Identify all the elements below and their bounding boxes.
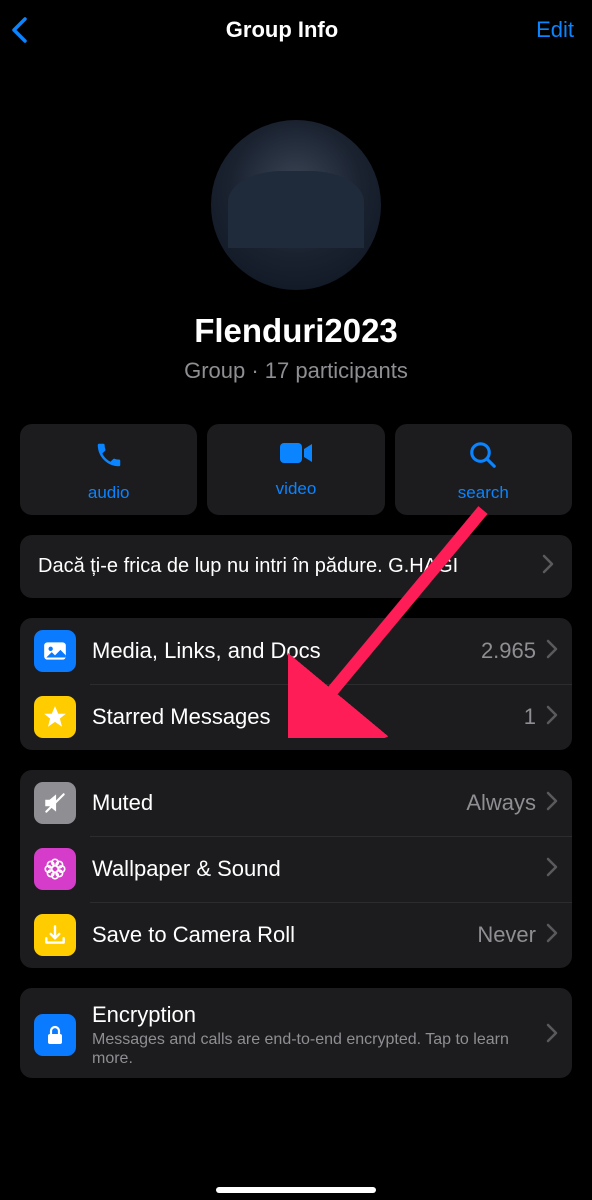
muted-icon xyxy=(34,782,76,824)
page-title: Group Info xyxy=(50,17,514,43)
status-card: Dacă ți-e frica de lup nu intri în pădur… xyxy=(20,535,572,598)
profile-section: Flenduri2023 Group · 17 participants xyxy=(0,60,592,408)
audio-label: audio xyxy=(88,483,130,503)
video-icon xyxy=(279,440,313,471)
media-card: Media, Links, and Docs 2.965 Starred Mes… xyxy=(20,618,572,750)
wallpaper-icon xyxy=(34,848,76,890)
group-status-row[interactable]: Dacă ți-e frica de lup nu intri în pădur… xyxy=(20,535,572,598)
media-links-docs-row[interactable]: Media, Links, and Docs 2.965 xyxy=(20,618,572,684)
home-indicator xyxy=(216,1187,376,1193)
wallpaper-label: Wallpaper & Sound xyxy=(92,856,546,882)
chevron-right-icon xyxy=(546,1023,558,1048)
action-buttons: audio video search xyxy=(0,408,592,535)
starred-messages-row[interactable]: Starred Messages 1 xyxy=(20,684,572,750)
encryption-subtitle: Messages and calls are end-to-end encryp… xyxy=(92,1030,546,1068)
encryption-row[interactable]: Encryption Messages and calls are end-to… xyxy=(20,988,572,1078)
search-button[interactable]: search xyxy=(395,424,572,515)
chevron-left-icon xyxy=(10,16,28,44)
media-label: Media, Links, and Docs xyxy=(92,638,481,664)
group-name: Flenduri2023 xyxy=(194,312,398,350)
status-text: Dacă ți-e frica de lup nu intri în pădur… xyxy=(38,553,542,580)
phone-icon xyxy=(94,440,124,475)
header: Group Info Edit xyxy=(0,0,592,60)
chevron-right-icon xyxy=(546,857,558,882)
media-icon xyxy=(34,630,76,672)
star-icon xyxy=(34,696,76,738)
chevron-right-icon xyxy=(546,791,558,816)
save-camera-roll-row[interactable]: Save to Camera Roll Never xyxy=(20,902,572,968)
video-label: video xyxy=(276,479,317,499)
encryption-text: Encryption Messages and calls are end-to… xyxy=(92,1002,546,1068)
search-icon xyxy=(468,440,498,475)
chevron-right-icon xyxy=(542,554,554,579)
edit-button[interactable]: Edit xyxy=(514,17,574,43)
muted-label: Muted xyxy=(92,790,466,816)
chevron-right-icon xyxy=(546,639,558,664)
encryption-title: Encryption xyxy=(92,1002,546,1028)
chevron-right-icon xyxy=(546,705,558,730)
download-icon xyxy=(34,914,76,956)
save-label: Save to Camera Roll xyxy=(92,922,477,948)
settings-card: Muted Always Wallpaper & Sound Save to C… xyxy=(20,770,572,968)
starred-label: Starred Messages xyxy=(92,704,524,730)
muted-row[interactable]: Muted Always xyxy=(20,770,572,836)
audio-call-button[interactable]: audio xyxy=(20,424,197,515)
lock-icon xyxy=(34,1014,76,1056)
group-meta: Group · 17 participants xyxy=(184,358,408,384)
chevron-right-icon xyxy=(546,923,558,948)
search-label: search xyxy=(458,483,509,503)
starred-count: 1 xyxy=(524,704,536,730)
back-button[interactable] xyxy=(10,16,50,44)
group-avatar[interactable] xyxy=(211,120,381,290)
media-count: 2.965 xyxy=(481,638,536,664)
save-value: Never xyxy=(477,922,536,948)
encryption-card: Encryption Messages and calls are end-to… xyxy=(20,988,572,1078)
muted-value: Always xyxy=(466,790,536,816)
wallpaper-sound-row[interactable]: Wallpaper & Sound xyxy=(20,836,572,902)
video-call-button[interactable]: video xyxy=(207,424,384,515)
